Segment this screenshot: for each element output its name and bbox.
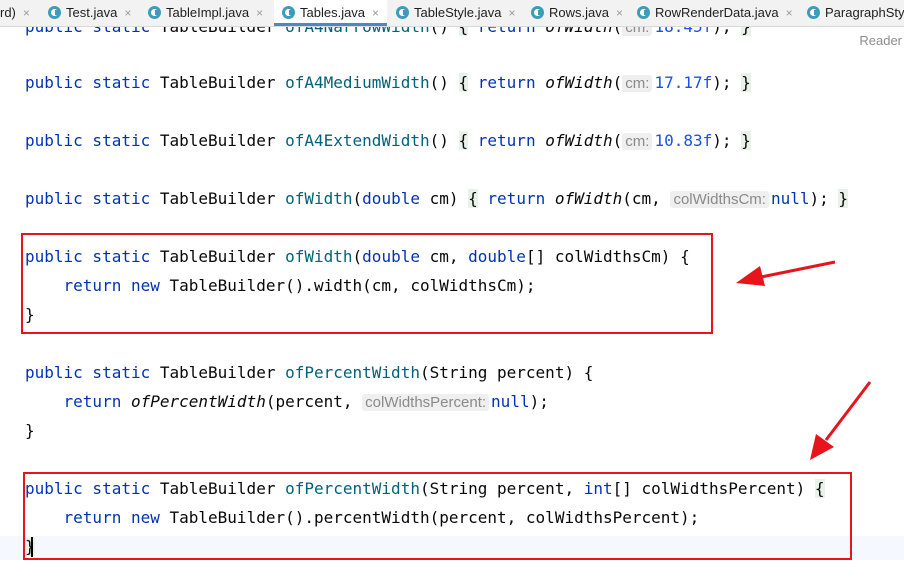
annotation-arrows <box>736 260 872 460</box>
annotation-arrow-upper <box>736 260 836 286</box>
annotation-arrow-lower <box>810 381 872 460</box>
